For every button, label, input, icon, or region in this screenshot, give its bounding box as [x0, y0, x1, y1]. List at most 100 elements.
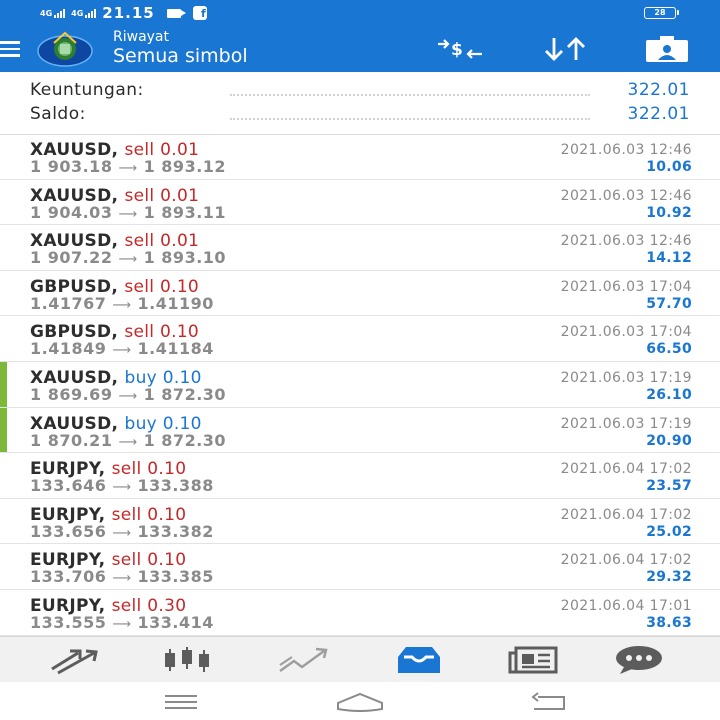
video-icon	[166, 8, 186, 18]
balance-label: Saldo:	[30, 104, 86, 124]
balance-row: Saldo: 322.01	[30, 104, 690, 128]
trade-close-price: 1 893.10	[143, 248, 227, 268]
trade-prices: 1.41767 ⟶ 1.41190	[30, 294, 214, 313]
trade-row[interactable]: XAUUSD, sell 0.01 1 904.03 ⟶ 1 893.11 2021…	[0, 180, 720, 226]
trade-row[interactable]: EURJPY, sell 0.10 133.646 ⟶ 133.388 2021.0…	[0, 453, 720, 499]
dotted-leader	[230, 94, 590, 96]
trade-prices: 1 907.22 ⟶ 1 893.10	[30, 248, 226, 267]
history-icon[interactable]	[394, 645, 444, 675]
dotted-leader	[230, 118, 590, 120]
trade-profit: 14.12	[646, 250, 692, 267]
metatrader-logo[interactable]	[34, 29, 96, 69]
trade-time: 2021.06.04 17:02	[560, 461, 692, 478]
trade-profit: 10.92	[646, 204, 692, 221]
trade-prices: 1 903.18 ⟶ 1 893.12	[30, 157, 226, 176]
trade-profit: 66.50	[646, 341, 692, 358]
trade-time: 2021.06.04 17:01	[560, 597, 692, 614]
trade-profit: 23.57	[646, 478, 692, 495]
recent-apps-icon[interactable]	[163, 691, 199, 711]
arrow-right-icon: ⟶	[112, 616, 132, 632]
currency-filter-icon[interactable]: $	[434, 34, 486, 64]
arrow-right-icon: ⟶	[118, 161, 138, 176]
trade-open-price: 1 870.21	[30, 430, 113, 450]
trade-close-price: 1 893.11	[143, 202, 227, 222]
trade-close-price: 1.41190	[137, 293, 214, 313]
trade-row[interactable]: XAUUSD, sell 0.01 1 903.18 ⟶ 1 893.12 2021…	[0, 134, 720, 180]
arrow-right-icon: ⟶	[112, 297, 132, 313]
chart-icon[interactable]	[162, 645, 212, 675]
trade-open-price: 1.41849	[30, 339, 107, 359]
trade-open-price: 133.706	[30, 567, 107, 587]
trade-prices: 1 870.21 ⟶ 1 872.30	[30, 431, 226, 450]
trade-prices: 133.646 ⟶ 133.388	[30, 476, 214, 495]
trade-time: 2021.06.04 17:02	[560, 506, 692, 523]
trade-close-price: 133.385	[137, 567, 214, 587]
trade-profit: 26.10	[646, 386, 692, 403]
network-2: 4G	[71, 8, 97, 18]
news-icon[interactable]	[508, 645, 558, 675]
trade-open-price: 133.555	[30, 612, 107, 632]
sort-icon[interactable]	[540, 34, 590, 64]
trade-profit: 57.70	[646, 295, 692, 312]
trade-row[interactable]: EURJPY, sell 0.30 133.555 ⟶ 133.414 2021.0…	[0, 590, 720, 636]
trade-open-price: 1 903.18	[30, 157, 113, 176]
trade-prices: 133.555 ⟶ 133.414	[30, 613, 214, 632]
trade-time: 2021.06.03 17:04	[560, 278, 692, 295]
trade-row[interactable]: GBPUSD, sell 0.10 1.41849 ⟶ 1.41184 2021.0…	[0, 316, 720, 362]
profit-label: Keuntungan:	[30, 80, 144, 100]
trade-icon[interactable]	[278, 645, 328, 675]
trade-row[interactable]: EURJPY, sell 0.10 133.706 ⟶ 133.385 2021.0…	[0, 544, 720, 590]
trade-row[interactable]: GBPUSD, sell 0.10 1.41767 ⟶ 1.41190 2021.0…	[0, 271, 720, 317]
trade-close-price: 1 872.30	[143, 430, 227, 450]
quotes-icon[interactable]	[48, 645, 98, 675]
profit-row: Keuntungan: 322.01	[30, 80, 690, 104]
trade-row[interactable]: XAUUSD, buy 0.10 1 870.21 ⟶ 1 872.30 2021.…	[0, 407, 720, 454]
arrow-right-icon: ⟶	[112, 480, 132, 496]
trade-close-price: 1.41184	[137, 339, 214, 359]
trade-time: 2021.06.03 17:19	[560, 369, 692, 386]
arrow-right-icon: ⟶	[112, 571, 132, 587]
trade-open-price: 1.41767	[30, 293, 107, 313]
trade-row[interactable]: EURJPY, sell 0.10 133.656 ⟶ 133.382 2021.0…	[0, 499, 720, 545]
account-icon[interactable]	[644, 34, 690, 64]
signal-icon	[54, 8, 66, 18]
trade-time: 2021.06.03 12:46	[560, 187, 692, 204]
trade-time: 2021.06.03 12:46	[560, 142, 692, 158]
trade-open-price: 1 869.69	[30, 384, 113, 404]
trade-time: 2021.06.03 17:04	[560, 324, 692, 341]
arrow-right-icon: ⟶	[118, 388, 138, 404]
trade-open-price: 1 904.03	[30, 202, 113, 222]
summary-panel: Keuntungan: 322.01 Saldo: 322.01	[0, 72, 720, 135]
trade-prices: 133.656 ⟶ 133.382	[30, 522, 214, 541]
status-left: 4G 4G 21.15 f	[40, 4, 207, 22]
trade-time: 2021.06.04 17:02	[560, 552, 692, 569]
trade-row[interactable]: XAUUSD, sell 0.01 1 907.22 ⟶ 1 893.10 2021…	[0, 225, 720, 271]
trade-prices: 133.706 ⟶ 133.385	[30, 567, 214, 586]
trade-close-price: 133.382	[137, 521, 214, 541]
arrow-right-icon: ⟶	[118, 434, 138, 450]
trade-close-price: 133.414	[137, 612, 214, 632]
balance-value: 322.01	[627, 104, 690, 124]
trade-prices: 1 904.03 ⟶ 1 893.11	[30, 203, 226, 222]
arrow-right-icon: ⟶	[118, 252, 138, 268]
status-bar: 4G 4G 21.15 f 28	[0, 0, 720, 26]
home-icon[interactable]	[336, 691, 384, 713]
network-1-label: 4G	[40, 8, 53, 18]
trade-profit: 38.63	[646, 614, 692, 631]
arrow-right-icon: ⟶	[118, 206, 138, 222]
app-bar: Riwayat Semua simbol $	[0, 26, 720, 72]
chat-icon[interactable]	[614, 645, 664, 675]
trade-row[interactable]: XAUUSD, buy 0.10 1 869.69 ⟶ 1 872.30 2021.…	[0, 361, 720, 408]
svg-text:$: $	[451, 40, 463, 60]
screen-subtitle: Riwayat	[113, 29, 169, 45]
screen-title: Semua simbol	[113, 45, 248, 67]
trade-prices: 1.41849 ⟶ 1.41184	[30, 339, 214, 358]
trade-profit: 10.06	[646, 159, 692, 175]
trades-list[interactable]: XAUUSD, sell 0.01 1 903.18 ⟶ 1 893.12 2021…	[0, 134, 720, 636]
menu-icon[interactable]	[0, 41, 20, 57]
bottom-nav	[0, 636, 720, 682]
trade-profit: 25.02	[646, 523, 692, 540]
trade-time: 2021.06.03 17:19	[560, 415, 692, 432]
trade-close-price: 1 893.12	[143, 157, 227, 176]
back-icon[interactable]	[530, 691, 568, 713]
